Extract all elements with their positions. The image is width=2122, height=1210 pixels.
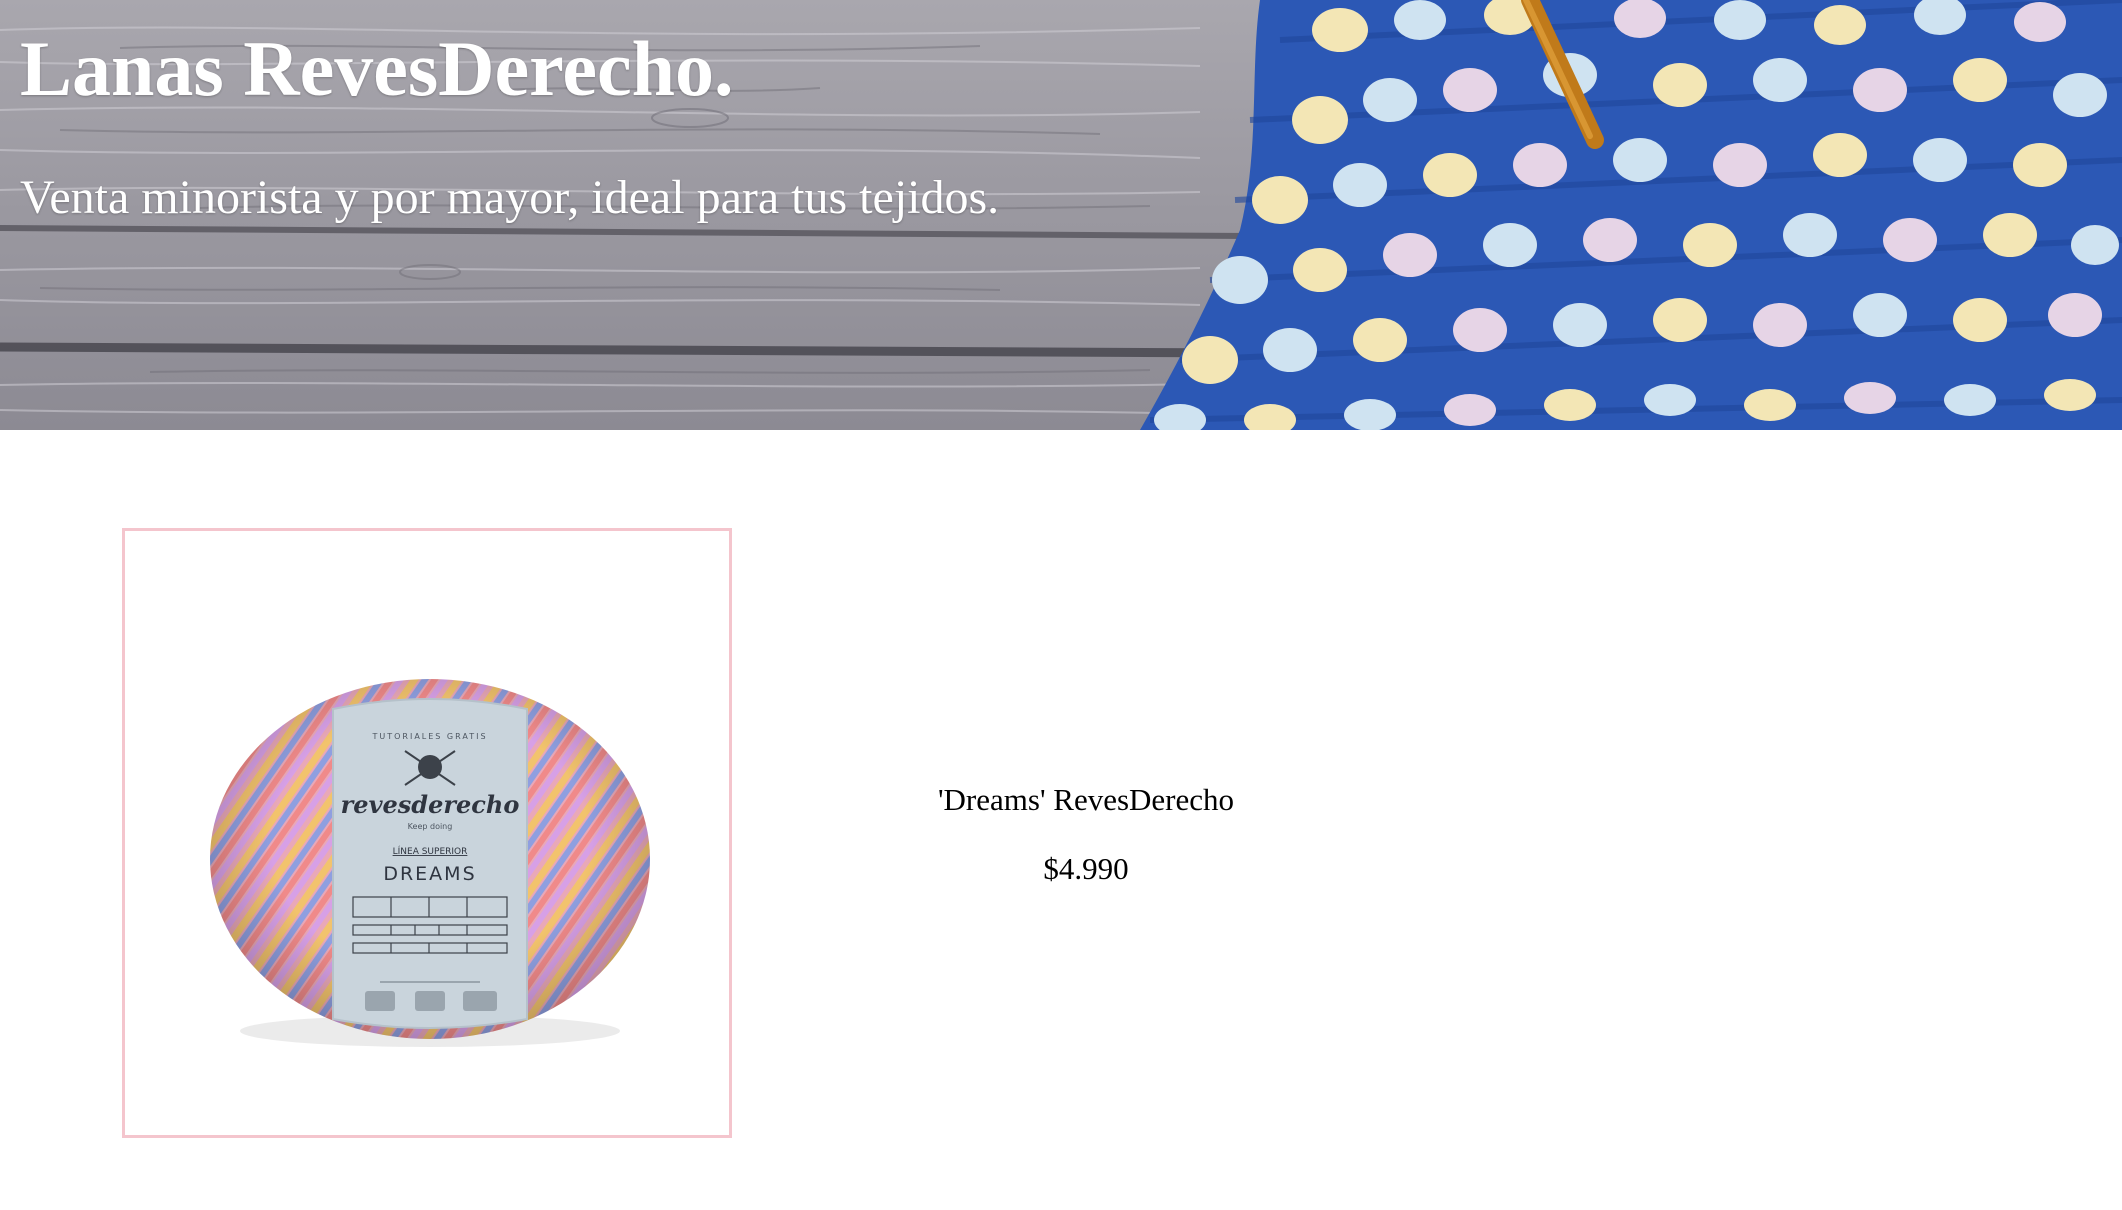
product-name-link[interactable]: 'Dreams' RevesDerecho	[850, 780, 1322, 820]
hero-banner: Lanas RevesDerecho. Venta minorista y po…	[0, 0, 2122, 430]
yarn-skein-image: TUTORIALES GRATIS revesderecho Keep doin…	[210, 679, 650, 1047]
site-subtitle: Venta minorista y por mayor, ideal para …	[20, 171, 1000, 224]
label-brand-text: revesderecho	[341, 790, 520, 819]
product-price: $4.990	[1043, 851, 1129, 886]
product-info: 'Dreams' RevesDerecho $4.990	[850, 780, 1322, 889]
product-image-card[interactable]: TUTORIALES GRATIS revesderecho Keep doin…	[122, 528, 732, 1138]
hero-knitting-image	[1140, 0, 2122, 430]
label-name-text: DREAMS	[383, 863, 476, 885]
label-top-text: TUTORIALES GRATIS	[371, 732, 487, 741]
label-line-text: LÍNEA SUPERIOR	[393, 845, 468, 857]
site-title: Lanas RevesDerecho.	[20, 25, 734, 112]
label-tagline-text: Keep doing	[408, 822, 453, 831]
